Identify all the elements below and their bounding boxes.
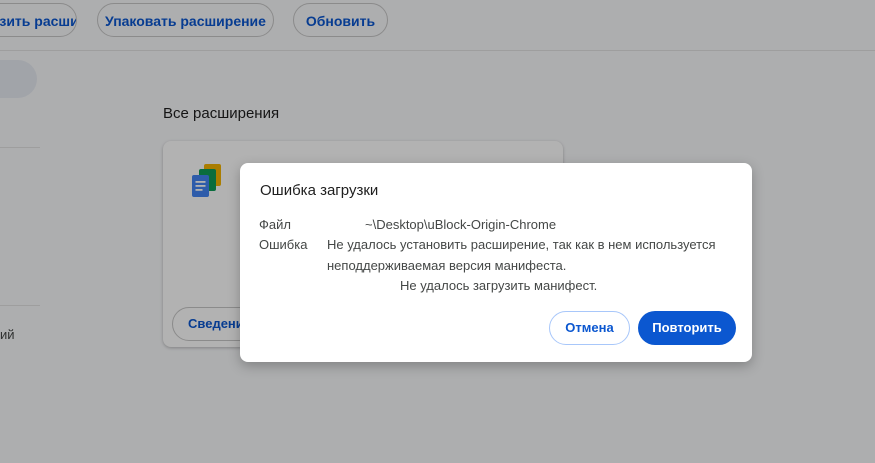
- error-message: Не удалось установить расширение, так ка…: [327, 237, 716, 252]
- file-label: Файл: [259, 217, 291, 232]
- cancel-button[interactable]: Отмена: [549, 311, 630, 345]
- error-message: неподдерживаемая версия манифеста.: [327, 258, 567, 273]
- file-path: ~\Desktop\uBlock-Origin-Chrome: [365, 217, 557, 232]
- error-label: Ошибка: [259, 237, 308, 252]
- retry-button[interactable]: Повторить: [638, 311, 736, 345]
- extensions-page: Загрузить расширение Упаковать расширени…: [0, 0, 875, 463]
- load-error-dialog: Ошибка загрузки Файл ~\Desktop\uBlock-Or…: [240, 163, 752, 362]
- error-detail: Не удалось загрузить манифест.: [400, 278, 598, 293]
- dialog-title: Ошибка загрузки: [260, 182, 379, 199]
